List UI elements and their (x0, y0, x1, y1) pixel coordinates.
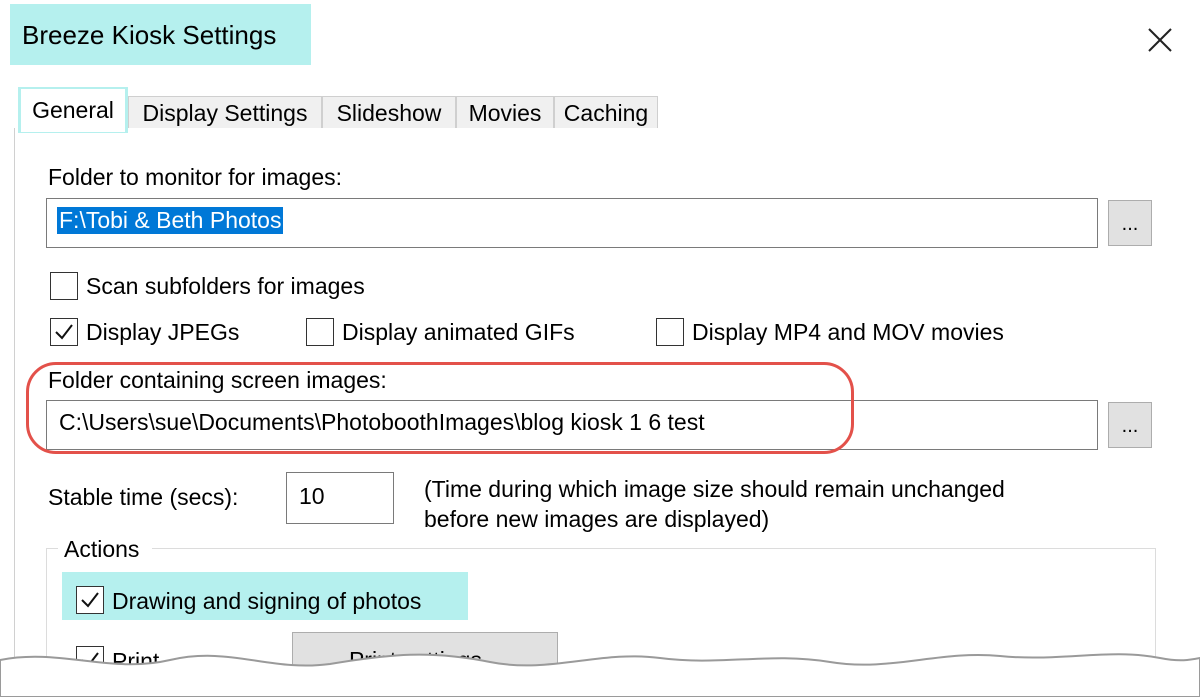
stable-time-note-line2: before new images are displayed) (424, 506, 770, 532)
display-gifs-checkbox[interactable] (306, 318, 334, 346)
scan-subfolders-label: Scan subfolders for images (86, 273, 365, 299)
stable-time-label: Stable time (secs): (48, 484, 239, 510)
display-movies-checkbox[interactable] (656, 318, 684, 346)
actions-group-border-top (152, 548, 1156, 549)
tab-slideshow[interactable]: Slideshow (322, 96, 456, 128)
checkmark-icon (55, 324, 73, 340)
stable-time-input[interactable]: 10 (286, 472, 394, 524)
screen-images-input[interactable]: C:\Users\sue\Documents\PhotoboothImages\… (46, 400, 1098, 450)
display-jpegs-label: Display JPEGs (86, 319, 240, 345)
stable-time-value: 10 (299, 483, 325, 509)
torn-edge-decoration (0, 653, 1200, 697)
drawing-checkbox[interactable] (76, 586, 104, 614)
display-movies-label: Display MP4 and MOV movies (692, 319, 1004, 345)
actions-group-border-top-left (46, 548, 58, 549)
monitor-folder-input[interactable]: F:\Tobi & Beth Photos (46, 198, 1098, 248)
title-bar: Breeze Kiosk Settings (0, 0, 1200, 70)
close-button[interactable] (1140, 20, 1180, 60)
monitor-folder-label: Folder to monitor for images: (48, 164, 343, 190)
window-title: Breeze Kiosk Settings (22, 20, 277, 50)
tab-display-settings[interactable]: Display Settings (128, 96, 322, 128)
screen-images-value: C:\Users\sue\Documents\PhotoboothImages\… (59, 409, 705, 435)
close-icon (1148, 28, 1172, 52)
tab-movies[interactable]: Movies (456, 96, 554, 128)
display-jpegs-checkbox[interactable] (50, 318, 78, 346)
tab-general[interactable]: General (20, 88, 126, 132)
monitor-folder-value: F:\Tobi & Beth Photos (57, 207, 284, 234)
tab-general-label: General (32, 97, 114, 123)
screen-images-label: Folder containing screen images: (48, 367, 387, 393)
monitor-folder-browse-button[interactable]: ... (1108, 200, 1152, 246)
tab-caching[interactable]: Caching (554, 96, 658, 128)
drawing-label: Drawing and signing of photos (112, 588, 422, 614)
screen-images-browse-button[interactable]: ... (1108, 402, 1152, 448)
scan-subfolders-checkbox[interactable] (50, 272, 78, 300)
actions-group-label: Actions (64, 536, 140, 562)
display-gifs-label: Display animated GIFs (342, 319, 575, 345)
checkmark-icon (81, 592, 99, 608)
stable-time-note-line1: (Time during which image size should rem… (424, 476, 1005, 502)
